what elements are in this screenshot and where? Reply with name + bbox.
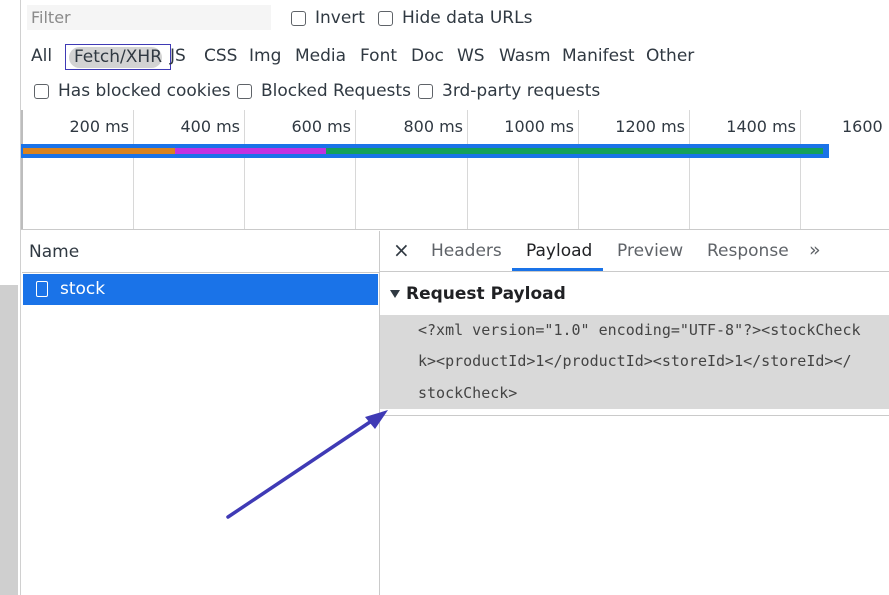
payload-divider: [380, 415, 889, 416]
type-filter-wasm[interactable]: Wasm: [495, 43, 555, 69]
type-filter-font[interactable]: Font: [356, 43, 401, 69]
type-filter-ws[interactable]: WS: [453, 43, 489, 69]
payload-line: stockCheck>: [418, 384, 518, 402]
overview-gridline: [800, 110, 801, 230]
document-icon: [36, 281, 48, 297]
hide-data-urls-label: Hide data URLs: [402, 8, 533, 28]
hide-data-urls-checkbox-box[interactable]: [378, 10, 393, 26]
active-tab-indicator: [512, 268, 603, 271]
hide-data-urls-checkbox[interactable]: Hide data URLs: [378, 8, 532, 28]
timeline-segment-ssl: [175, 148, 326, 154]
type-filter-fetch-xhr[interactable]: Fetch/XHR: [65, 44, 171, 70]
payload-content[interactable]: <?xml version="1.0" encoding="UTF-8"?><s…: [380, 315, 889, 409]
type-filter-other[interactable]: Other: [642, 43, 698, 69]
payload-line: <?xml version="1.0" encoding="UTF-8"?><s…: [418, 321, 861, 339]
overview-start-line: [21, 110, 23, 230]
payload-line: k><productId>1</productId><storeId>1</st…: [418, 352, 852, 370]
more-tabs-icon[interactable]: »: [809, 239, 821, 261]
timeline-segment-download: [326, 148, 823, 154]
annotation-arrow-shaft: [226, 416, 378, 519]
gutter-divider: [20, 0, 21, 595]
third-party-requests-checkbox-box[interactable]: [418, 83, 433, 99]
tab-payload[interactable]: Payload: [526, 241, 592, 261]
tick-label: 800 ms: [403, 117, 463, 136]
has-blocked-cookies-label: Has blocked cookies: [58, 81, 231, 101]
blocked-requests-checkbox-box[interactable]: [237, 83, 252, 99]
type-filter-css[interactable]: CSS: [200, 43, 241, 69]
tick-label: 200 ms: [69, 117, 129, 136]
filter-input[interactable]: [27, 5, 271, 30]
type-filter-manifest[interactable]: Manifest: [558, 43, 639, 69]
tab-preview[interactable]: Preview: [617, 241, 683, 261]
type-filter-doc[interactable]: Doc: [407, 43, 448, 69]
annotation-arrow-head: [365, 410, 388, 429]
tick-label: 400 ms: [180, 117, 240, 136]
invert-checkbox[interactable]: Invert: [291, 8, 365, 28]
overview-gridline: [689, 110, 690, 230]
tick-label: 1000 ms: [504, 117, 574, 136]
has-blocked-cookies-checkbox[interactable]: Has blocked cookies: [34, 81, 231, 101]
close-icon[interactable]: ×: [393, 238, 410, 262]
request-row-stock[interactable]: stock: [23, 274, 378, 305]
invert-checkbox-box[interactable]: [291, 10, 306, 26]
gutter-scroll-area: [0, 285, 18, 595]
timeline-segment-waiting: [23, 148, 175, 154]
third-party-requests-label: 3rd-party requests: [442, 81, 601, 101]
request-payload-title[interactable]: Request Payload: [406, 284, 566, 304]
request-name: stock: [60, 279, 106, 299]
type-filter-js[interactable]: JS: [166, 43, 190, 69]
overview-gridline: [578, 110, 579, 230]
blocked-requests-checkbox[interactable]: Blocked Requests: [237, 81, 411, 101]
blocked-requests-label: Blocked Requests: [261, 81, 411, 101]
pane-divider[interactable]: [379, 231, 380, 595]
name-column-label: Name: [29, 242, 80, 262]
tick-label: 1400 ms: [726, 117, 796, 136]
invert-label: Invert: [315, 8, 365, 28]
third-party-requests-checkbox[interactable]: 3rd-party requests: [418, 81, 600, 101]
tick-label: 600 ms: [291, 117, 351, 136]
overview-gridline: [133, 110, 134, 230]
type-filter-img[interactable]: Img: [245, 43, 285, 69]
type-filter-media[interactable]: Media: [291, 43, 350, 69]
type-filter-all[interactable]: All: [27, 43, 56, 69]
expand-triangle-icon[interactable]: [390, 290, 400, 298]
has-blocked-cookies-checkbox-box[interactable]: [34, 83, 49, 99]
tab-headers[interactable]: Headers: [431, 241, 502, 261]
type-filter-fetch-xhr-label: Fetch/XHR: [73, 47, 163, 67]
overview-gridline: [355, 110, 356, 230]
tick-label: 1600 ms: [842, 117, 889, 136]
name-column-header[interactable]: Name: [22, 231, 379, 273]
tab-response[interactable]: Response: [707, 241, 789, 261]
tick-label: 1200 ms: [615, 117, 685, 136]
overview-divider: [21, 229, 889, 230]
overview-gridline: [244, 110, 245, 230]
overview-gridline: [467, 110, 468, 230]
